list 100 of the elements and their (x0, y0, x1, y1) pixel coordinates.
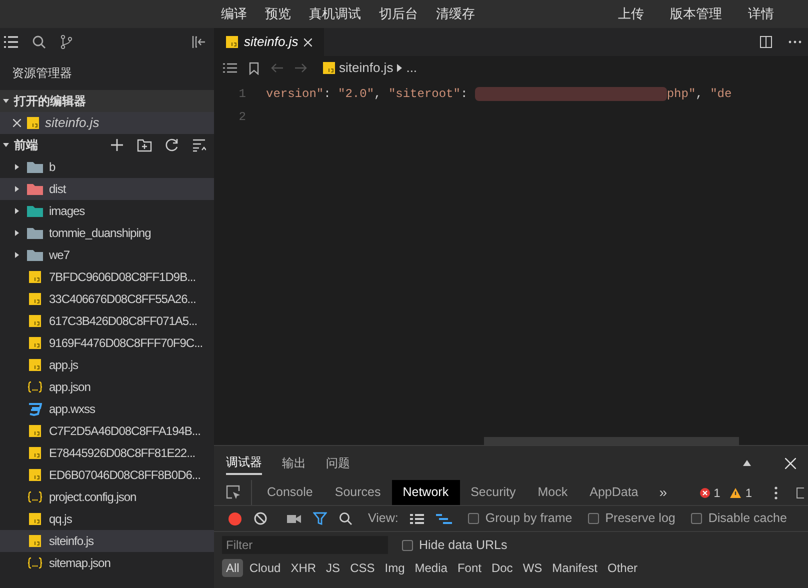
search-icon (339, 512, 352, 525)
more-icon (788, 40, 802, 44)
js-file-icon (29, 337, 41, 349)
type-filter-button[interactable]: JS (322, 559, 344, 577)
editor-tab[interactable]: siteinfo.js (214, 28, 324, 56)
devtools-tab[interactable]: Mock (526, 480, 579, 505)
file-tree-item[interactable]: we7 (0, 244, 214, 266)
file-tree-item[interactable]: b (0, 156, 214, 178)
type-filter-button[interactable]: All (222, 559, 244, 577)
js-file-icon (29, 359, 41, 371)
toolbar-button[interactable]: 上传 (618, 4, 644, 24)
new-folder-icon (137, 138, 152, 152)
file-tree-item[interactable]: 617C3B426D08C8FF071A5... (0, 310, 214, 332)
file-tree-item[interactable]: E78445926D08C8FF81E22... (0, 442, 214, 464)
code-token: : (460, 86, 469, 102)
type-filter-button[interactable]: Media (410, 559, 452, 577)
file-tree-item[interactable]: C7F2D5A46D08C8FFA194B... (0, 420, 214, 442)
refresh-icon (165, 138, 179, 152)
devtools-tab[interactable]: Console (256, 480, 324, 505)
list-icon (4, 36, 18, 48)
list-icon (223, 63, 237, 73)
devtools-tab[interactable]: Sources (324, 480, 392, 505)
code-token: , (696, 86, 704, 102)
warning-icon (730, 488, 742, 498)
js-file-icon (29, 469, 41, 481)
file-tree-item[interactable]: dist (0, 178, 214, 200)
js-file-icon (29, 513, 41, 525)
inspect-icon (226, 485, 241, 500)
plus-icon (110, 138, 124, 152)
type-filter-button[interactable]: XHR (286, 559, 320, 577)
type-filter-button[interactable]: CSS (346, 559, 379, 577)
checkbox[interactable] (588, 513, 600, 524)
file-tree-item[interactable]: ED6B07046D08C8FF8B0D6... (0, 464, 214, 486)
checkbox-option[interactable]: Hide data URLs (402, 536, 508, 554)
file-tree-item[interactable]: qq.js (0, 508, 214, 530)
file-tree-item[interactable]: app.wxss (0, 398, 214, 420)
file-tree-item[interactable]: app.json (0, 376, 214, 398)
code-token: php" (666, 86, 696, 102)
toolbar-button[interactable]: 编译 (221, 4, 247, 24)
checkbox[interactable] (691, 513, 702, 524)
checkbox[interactable] (402, 540, 413, 550)
checkbox-option[interactable]: Group by frame (468, 509, 572, 528)
file-tree-item[interactable]: sitemap.json (0, 552, 214, 574)
type-filter-button[interactable]: Doc (487, 559, 517, 577)
js-file-icon (29, 535, 41, 547)
file-tree-item[interactable]: 33C406676D08C8FF55A26... (0, 288, 214, 310)
toolbar-button[interactable]: 清缓存 (436, 4, 475, 24)
type-filter-button[interactable]: Manifest (548, 559, 602, 577)
type-filter-button[interactable]: Other (604, 559, 642, 577)
js-file-icon (29, 271, 41, 283)
code-token: version" (266, 86, 324, 102)
clear-icon (254, 512, 267, 525)
open-editor-item[interactable]: siteinfo.js (0, 112, 214, 134)
file-tree-item[interactable]: images (0, 200, 214, 222)
toolbar-button[interactable]: 详情 (748, 4, 774, 24)
code-token: : (324, 86, 332, 102)
devtools-tab[interactable]: Security (460, 480, 527, 505)
collapse-all-icon (192, 138, 206, 152)
toolbar-button[interactable]: 预览 (265, 4, 291, 24)
section-header[interactable]: 打开的编辑器 (0, 90, 214, 112)
panel-tab[interactable]: 调试器 (226, 451, 262, 475)
file-tree-item[interactable]: app.js (0, 354, 214, 376)
js-file-icon (29, 293, 41, 305)
close-icon (785, 458, 796, 468)
devtools-tab[interactable]: AppData (578, 480, 650, 505)
filter-field[interactable]: Filter (222, 536, 388, 554)
panel-tab[interactable]: 输出 (282, 451, 306, 475)
breadcrumb-item[interactable]: ... (406, 58, 418, 78)
filter-icon (313, 512, 327, 525)
chevron-right-icon (397, 64, 402, 72)
toolbar-button[interactable]: 真机调试 (309, 4, 361, 24)
error-count: 1 (714, 484, 720, 502)
file-tree-item[interactable]: project.config.json (0, 486, 214, 508)
file-tree-item[interactable]: 9169F4476D08C8FFF70F9C... (0, 332, 214, 354)
file-tree-item[interactable]: tommie_duanshiping (0, 222, 214, 244)
split-editor-icon (760, 36, 772, 48)
toolbar-button[interactable]: 版本管理 (670, 4, 722, 24)
breadcrumb-item[interactable]: siteinfo.js (339, 58, 394, 78)
js-file-icon (29, 425, 41, 437)
js-file-icon (29, 315, 41, 327)
more-tabs-button[interactable]: » (649, 480, 678, 505)
toolbar-button[interactable]: 切后台 (379, 4, 418, 24)
checkbox-option[interactable]: Preserve log (588, 509, 676, 528)
caret-right-icon (13, 185, 21, 193)
checkbox-option[interactable]: Disable cache (691, 509, 787, 528)
line-number: 2 (238, 108, 246, 126)
record-button[interactable] (228, 512, 242, 526)
collapse-panel-icon (192, 36, 206, 48)
file-tree-item[interactable]: 7BFDC9606D08C8FF1D9B... (0, 266, 214, 288)
type-filter-button[interactable]: WS (518, 559, 546, 577)
type-filter-button[interactable]: Cloud (245, 559, 285, 577)
file-tree-item[interactable]: siteinfo.js (0, 530, 214, 552)
explorer-title: 资源管理器 (12, 65, 72, 82)
panel-tab[interactable]: 问题 (326, 451, 350, 475)
line-number: 1 (238, 86, 246, 102)
checkbox[interactable] (468, 513, 480, 524)
type-filter-button[interactable]: Font (453, 559, 486, 577)
type-filter-button[interactable]: Img (380, 559, 409, 577)
section-header[interactable]: 前端 (0, 134, 214, 156)
devtools-tab[interactable]: Network (392, 480, 460, 505)
